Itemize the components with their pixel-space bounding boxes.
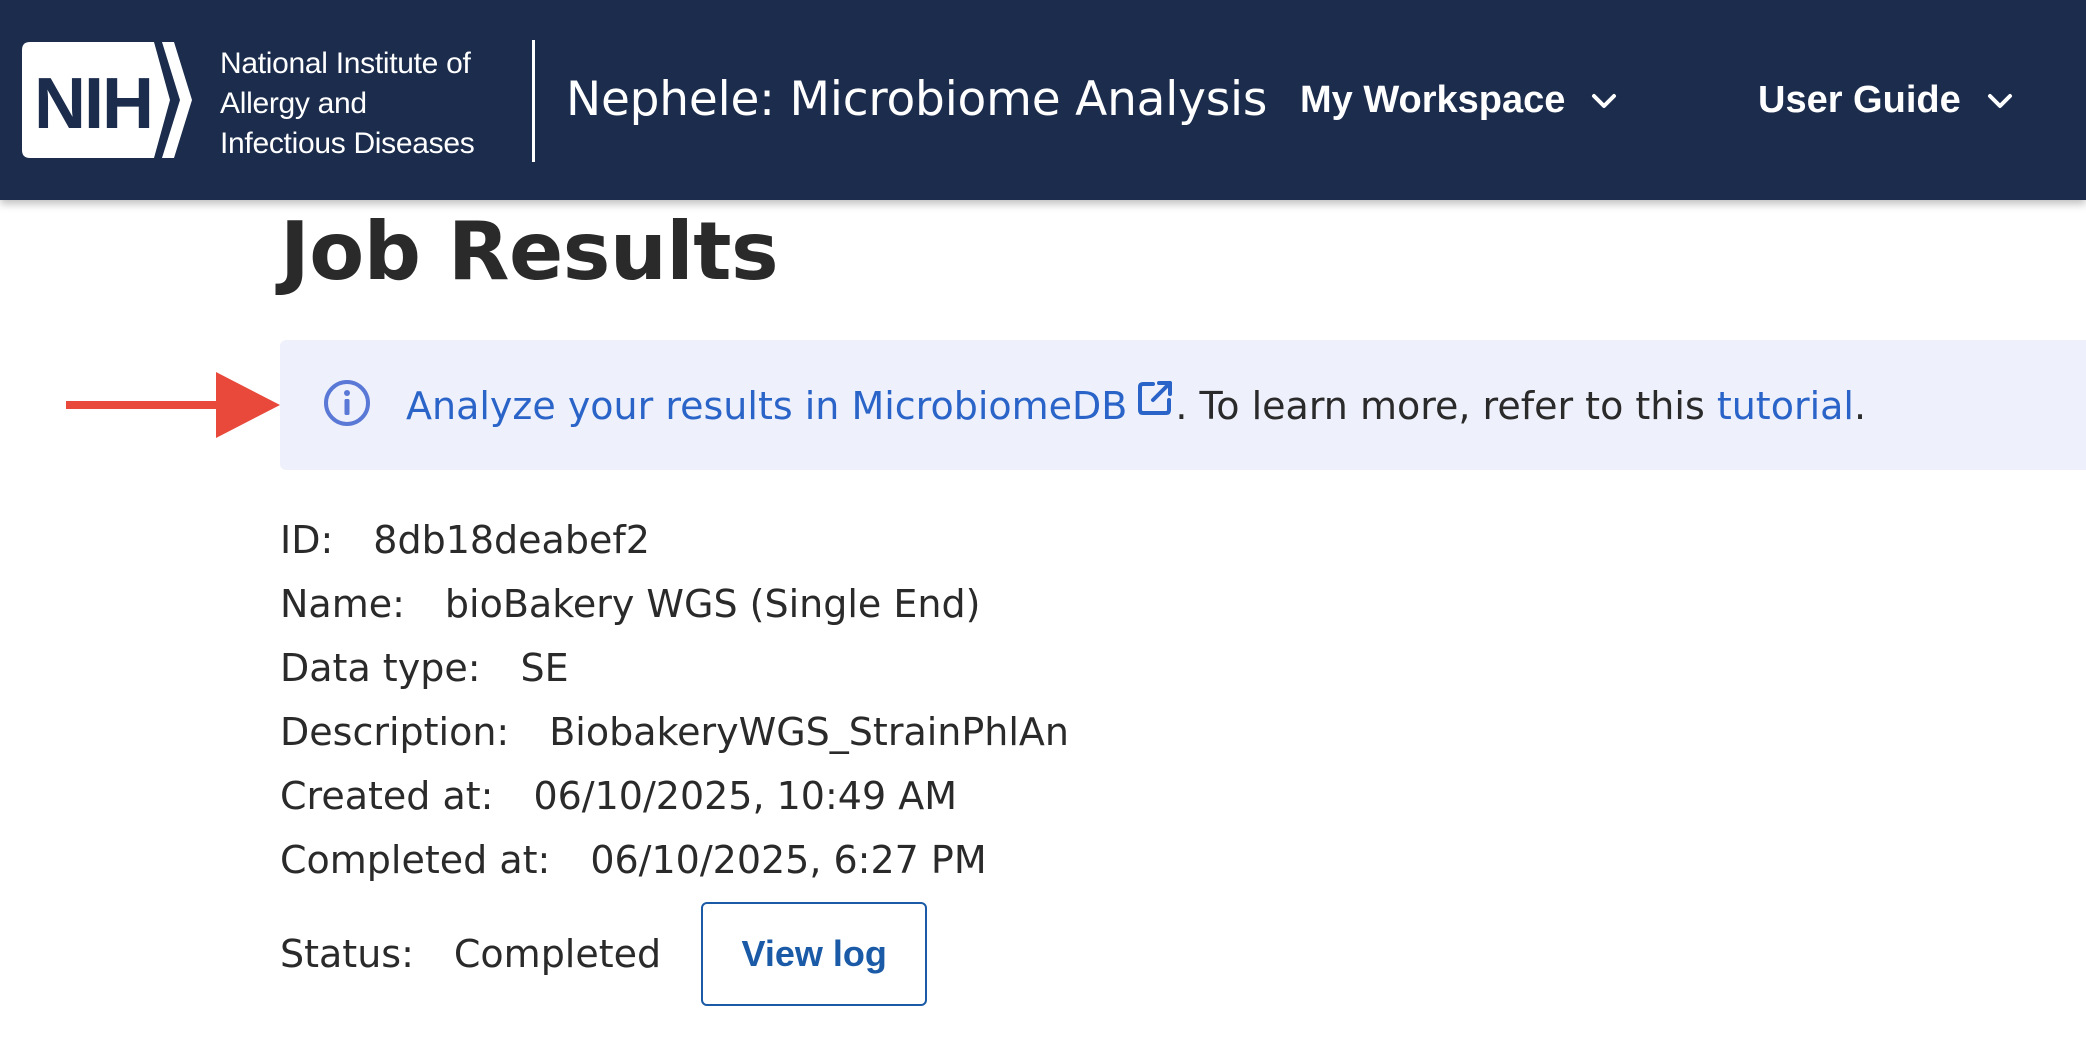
nav-user-guide[interactable]: User Guide (1758, 74, 2013, 126)
app-title[interactable]: Nephele: Microbiome Analysis (566, 70, 1267, 130)
institute-name-line-3: Infectious Diseases (220, 127, 475, 160)
completed-at-row: Completed at: 06/10/2025, 6:27 PM (280, 828, 1069, 892)
nih-logo-mark: NIH (22, 42, 192, 158)
created-at-row: Created at: 06/10/2025, 10:49 AM (280, 764, 1069, 828)
description-value: BiobakeryWGS_StrainPhlAn (549, 710, 1070, 754)
nih-logo-text: NIH (34, 64, 152, 144)
data-type-label: Data type: (280, 646, 481, 690)
job-id-value: 8db18deabef2 (373, 518, 650, 562)
completed-at-value: 06/10/2025, 6:27 PM (590, 838, 987, 882)
institute-name-line-2: Allergy and (220, 87, 367, 120)
job-name-value: bioBakery WGS (Single End) (444, 582, 981, 626)
view-log-button[interactable]: View log (701, 902, 928, 1006)
tutorial-link[interactable]: tutorial (1717, 384, 1854, 428)
created-at-value: 06/10/2025, 10:49 AM (533, 774, 958, 818)
info-icon (322, 378, 372, 432)
nih-logo[interactable]: NIH (22, 42, 208, 158)
description-label: Description: (280, 710, 510, 754)
arrow-right-icon (66, 372, 280, 442)
nav-my-workspace[interactable]: My Workspace (1300, 74, 1617, 126)
institute-name: National Institute of Allergy and Infect… (220, 44, 520, 164)
institute-name-line-1: National Institute of (220, 47, 471, 80)
status-value: Completed (453, 932, 662, 976)
job-id-row: ID: 8db18deabef2 (280, 508, 1069, 572)
job-name-row: Name: bioBakery WGS (Single End) (280, 572, 1069, 636)
microbiomedb-link-label: Analyze your results in MicrobiomeDB (406, 384, 1128, 428)
job-details: ID: 8db18deabef2 Name: bioBakery WGS (Sing… (280, 508, 1069, 1006)
external-link-icon (1135, 378, 1175, 431)
alert-end-text: . (1853, 384, 1867, 428)
status-label: Status: (280, 932, 414, 976)
chevron-down-icon (1987, 73, 2013, 125)
job-id-label: ID: (280, 518, 334, 562)
header-divider (532, 40, 535, 162)
chevron-down-icon (1591, 73, 1617, 125)
microbiomedb-alert: Analyze your results in MicrobiomeDB . To… (280, 340, 2086, 470)
description-row: Description: BiobakeryWGS_StrainPhlAn (280, 700, 1069, 764)
nav-my-workspace-label: My Workspace (1300, 79, 1566, 121)
created-at-label: Created at: (280, 774, 494, 818)
completed-at-label: Completed at: (280, 838, 551, 882)
nav-user-guide-label: User Guide (1758, 79, 1961, 121)
alert-message: Analyze your results in MicrobiomeDB . To… (406, 380, 1866, 432)
top-navigation-bar: NIH National Institute of Allergy and In… (0, 0, 2086, 200)
alert-middle-text: . To learn more, refer to this (1175, 384, 1717, 428)
page-title: Job Results (280, 205, 779, 298)
job-name-label: Name: (280, 582, 405, 626)
data-type-value: SE (520, 646, 569, 690)
microbiomedb-link[interactable]: Analyze your results in MicrobiomeDB (406, 381, 1175, 428)
status-row: Status: Completed View log (280, 902, 1069, 1006)
data-type-row: Data type: SE (280, 636, 1069, 700)
